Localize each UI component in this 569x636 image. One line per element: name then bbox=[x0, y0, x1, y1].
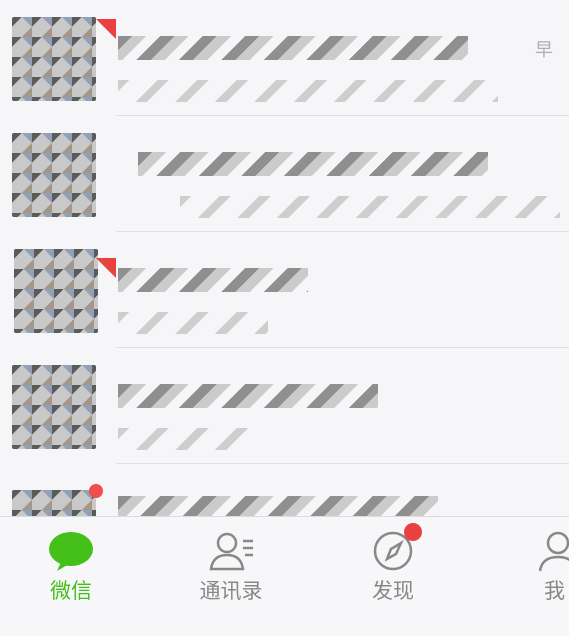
tab-chats[interactable]: 微信 bbox=[0, 517, 142, 636]
chat-preview bbox=[118, 80, 498, 102]
tab-label: 微信 bbox=[50, 579, 92, 603]
chat-preview bbox=[118, 428, 248, 450]
unread-corner-badge bbox=[96, 19, 116, 39]
chat-name bbox=[118, 36, 468, 60]
avatar[interactable] bbox=[12, 490, 96, 516]
tab-discover[interactable]: 发现 bbox=[322, 517, 464, 636]
chat-list: 早 bbox=[0, 0, 569, 516]
avatar[interactable] bbox=[14, 249, 98, 333]
tab-label: 通讯录 bbox=[199, 579, 263, 603]
chat-row[interactable] bbox=[0, 348, 569, 464]
avatar[interactable] bbox=[12, 133, 96, 217]
tab-label: 我 bbox=[544, 579, 565, 603]
chat-name bbox=[118, 496, 438, 516]
tab-contacts[interactable]: 通讯录 bbox=[160, 517, 302, 636]
chat-row[interactable] bbox=[0, 116, 569, 232]
contacts-icon bbox=[209, 532, 253, 571]
chat-name bbox=[118, 268, 308, 292]
tab-me[interactable]: 我 bbox=[500, 517, 569, 636]
discover-badge bbox=[404, 523, 422, 541]
unread-corner-badge bbox=[96, 258, 116, 278]
chat-preview bbox=[118, 312, 268, 334]
chat-preview bbox=[180, 196, 560, 218]
avatar[interactable] bbox=[12, 365, 96, 449]
chat-time: 早 bbox=[535, 40, 553, 61]
unread-badge bbox=[89, 484, 103, 498]
avatar[interactable] bbox=[12, 17, 96, 101]
chat-name bbox=[138, 152, 488, 176]
chat-row[interactable] bbox=[0, 232, 569, 348]
chat-name bbox=[118, 384, 378, 408]
bottom-tab-bar: 微信 通讯录 发现 我 bbox=[0, 516, 569, 636]
tab-label: 发现 bbox=[372, 579, 414, 603]
chat-row[interactable]: 早 bbox=[0, 0, 569, 116]
chat-row[interactable] bbox=[0, 464, 569, 516]
profile-icon bbox=[538, 531, 569, 572]
chat-bubble-icon bbox=[49, 532, 93, 571]
